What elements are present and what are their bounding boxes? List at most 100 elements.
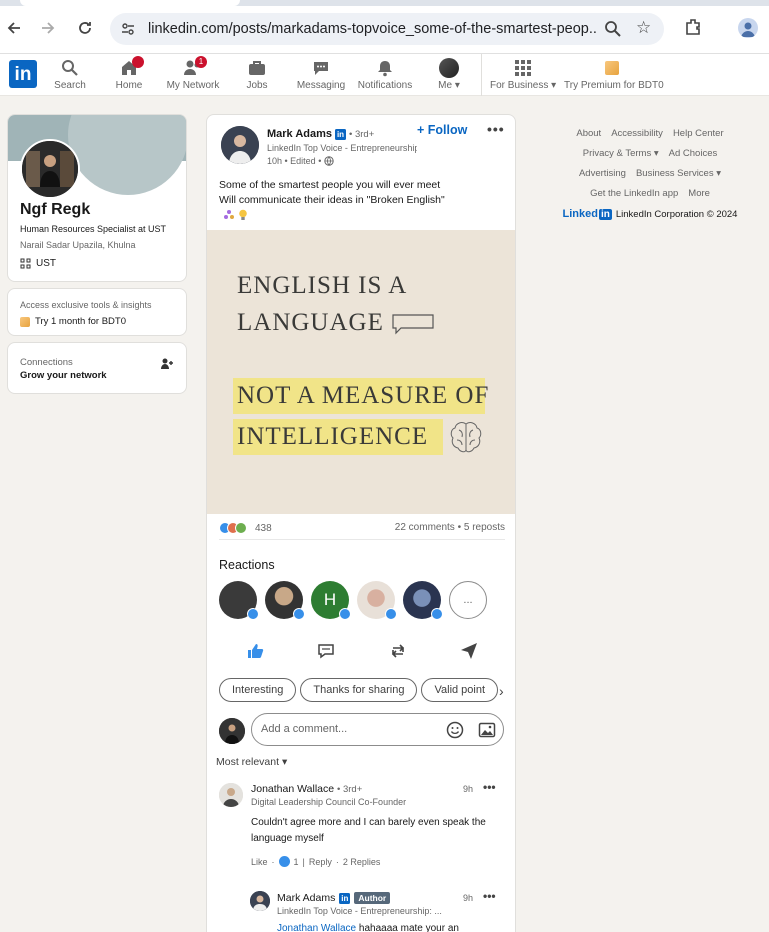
comments-reposts-count[interactable]: 22 comments • 5 reposts bbox=[395, 522, 505, 533]
org-icon bbox=[20, 258, 31, 269]
lightbulb-emoji-icon bbox=[239, 209, 247, 220]
reactor-avatar[interactable] bbox=[403, 581, 443, 620]
address-bar[interactable]: linkedin.com/posts/markadams-topvoice_so… bbox=[110, 13, 664, 45]
reply-author-name[interactable]: Mark Adams in Author bbox=[277, 892, 391, 904]
footer-link-accessibility[interactable]: Accessibility bbox=[611, 128, 663, 139]
suggested-reply-chip[interactable]: Valid point bbox=[421, 678, 499, 702]
comment-like-button[interactable]: Like bbox=[251, 857, 268, 867]
footer-link-privacy[interactable]: Privacy & Terms ▾ bbox=[583, 148, 659, 159]
comment-text: Couldn't agree more and I can barely eve… bbox=[251, 817, 486, 844]
like-icon bbox=[385, 608, 397, 620]
nav-for-business[interactable]: For Business ▾ bbox=[490, 58, 556, 91]
reaction-icons bbox=[219, 522, 247, 534]
footer-links: About Accessibility Help Center Privacy … bbox=[530, 128, 769, 220]
post-text-line: Will communicate their ideas in "Broken … bbox=[219, 194, 445, 206]
nav-me[interactable]: Me ▾ bbox=[434, 58, 464, 91]
footer-link-advertising[interactable]: Advertising bbox=[579, 168, 626, 179]
reply-author-avatar[interactable] bbox=[250, 891, 270, 911]
send-button[interactable] bbox=[449, 639, 489, 663]
url-text[interactable]: linkedin.com/posts/markadams-topvoice_so… bbox=[148, 21, 598, 37]
comment-button[interactable] bbox=[306, 639, 346, 663]
profile-name[interactable]: Ngf Regk bbox=[20, 201, 90, 219]
chevron-right-icon[interactable]: › bbox=[499, 683, 504, 699]
post-text: Some of the smartest people you will eve… bbox=[219, 178, 445, 208]
me-avatar bbox=[439, 58, 459, 78]
suggested-replies: Interesting Thanks for sharing Valid poi… bbox=[219, 678, 499, 702]
nav-jobs[interactable]: Jobs bbox=[240, 58, 274, 91]
reactor-avatar[interactable]: H bbox=[311, 581, 351, 620]
profile-avatar[interactable] bbox=[20, 139, 80, 199]
site-settings-icon[interactable] bbox=[120, 21, 136, 37]
suggested-reply-chip[interactable]: Thanks for sharing bbox=[300, 678, 418, 702]
post-social-counts: 438 22 comments • 5 reposts bbox=[219, 522, 505, 534]
premium-card[interactable]: Access exclusive tools & insights Try 1 … bbox=[7, 288, 187, 336]
follow-button[interactable]: + Follow bbox=[417, 123, 467, 137]
nav-home[interactable]: Home bbox=[112, 56, 146, 91]
reactor-avatar[interactable] bbox=[219, 581, 259, 620]
nav-search[interactable]: Search bbox=[54, 58, 86, 91]
footer-link-about[interactable]: About bbox=[576, 128, 601, 139]
send-icon bbox=[461, 643, 478, 659]
comment-input[interactable]: Add a comment... bbox=[251, 713, 504, 746]
commenter-avatar[interactable] bbox=[219, 783, 243, 807]
home-notification-dot bbox=[132, 56, 144, 68]
nav-my-network[interactable]: 1 My Network bbox=[165, 56, 221, 91]
active-tab[interactable] bbox=[20, 0, 240, 6]
image-upload-icon[interactable] bbox=[478, 721, 496, 739]
sort-dropdown[interactable]: Most relevant ▾ bbox=[216, 756, 287, 768]
zoom-icon[interactable] bbox=[604, 20, 622, 38]
post-image[interactable]: ENGLISH IS A LANGUAGE NOT A MEASURE OF I… bbox=[207, 230, 515, 514]
nav-label: Me bbox=[438, 80, 453, 91]
reactor-avatar[interactable] bbox=[357, 581, 397, 620]
nav-messaging[interactable]: Messaging bbox=[296, 58, 346, 91]
my-avatar bbox=[219, 718, 245, 744]
premium-offer[interactable]: Try 1 month for BDT0 bbox=[20, 316, 126, 327]
reply-more-icon[interactable]: ••• bbox=[483, 889, 496, 903]
more-reactors-button[interactable]: ... bbox=[449, 581, 487, 619]
post-text-line: Some of the smartest people you will eve… bbox=[219, 179, 441, 191]
profile-card[interactable]: Ngf Regk Human Resources Specialist at U… bbox=[7, 114, 187, 282]
footer-link-ad-choices[interactable]: Ad Choices bbox=[669, 148, 718, 159]
people-emoji-icon bbox=[224, 210, 234, 219]
commenter-name[interactable]: Jonathan Wallace • 3rd+ bbox=[251, 783, 362, 795]
profile-org[interactable]: UST bbox=[20, 258, 56, 269]
extensions-icon[interactable] bbox=[684, 17, 704, 37]
nav-try-premium[interactable]: Try Premium for BDT0 bbox=[564, 58, 664, 91]
footer-link-help-center[interactable]: Help Center bbox=[673, 128, 724, 139]
nav-label: Home bbox=[115, 80, 143, 91]
add-person-icon[interactable] bbox=[160, 357, 174, 371]
suggested-reply-chip[interactable]: Interesting bbox=[219, 678, 297, 702]
reactor-avatar[interactable] bbox=[265, 581, 305, 620]
browser-profile-icon[interactable] bbox=[738, 18, 758, 38]
connections-subtitle: Grow your network bbox=[20, 370, 107, 381]
like-button[interactable] bbox=[235, 639, 275, 663]
mention-link[interactable]: Jonathan Wallace bbox=[277, 923, 356, 932]
thumbs-up-icon bbox=[247, 644, 263, 658]
like-icon bbox=[293, 608, 305, 620]
nav-label: For Business bbox=[490, 80, 549, 91]
connections-card[interactable]: Connections Grow your network bbox=[7, 342, 187, 394]
author-avatar[interactable] bbox=[221, 126, 259, 164]
premium-offer-label: Try 1 month for BDT0 bbox=[35, 316, 126, 327]
emoji-icon[interactable] bbox=[446, 721, 464, 739]
linkedin-logo[interactable]: in bbox=[9, 60, 37, 88]
forward-icon[interactable] bbox=[34, 14, 62, 42]
comment-more-icon[interactable]: ••• bbox=[483, 780, 496, 794]
comment-like-count[interactable]: 1 bbox=[294, 857, 299, 867]
reload-icon[interactable] bbox=[71, 14, 99, 42]
comment-reply-button[interactable]: Reply bbox=[309, 857, 332, 867]
linkedin-badge-icon: in bbox=[339, 892, 351, 904]
reply-time: 9h bbox=[463, 893, 474, 903]
bookmark-star-icon[interactable]: ☆ bbox=[636, 18, 651, 38]
repost-button[interactable] bbox=[378, 639, 418, 663]
tab-strip bbox=[0, 0, 769, 6]
author-name[interactable]: Mark Adams in • 3rd+ bbox=[267, 128, 374, 140]
nav-notifications[interactable]: Notifications bbox=[356, 58, 414, 91]
post-more-menu-icon[interactable]: ••• bbox=[487, 121, 505, 137]
premium-tagline: Access exclusive tools & insights bbox=[20, 300, 152, 310]
footer-link-more[interactable]: More bbox=[688, 188, 710, 199]
comment-replies-link[interactable]: 2 Replies bbox=[343, 857, 381, 867]
footer-link-business-services[interactable]: Business Services ▾ bbox=[636, 168, 721, 179]
footer-link-get-app[interactable]: Get the LinkedIn app bbox=[590, 188, 678, 199]
back-icon[interactable] bbox=[0, 14, 28, 42]
